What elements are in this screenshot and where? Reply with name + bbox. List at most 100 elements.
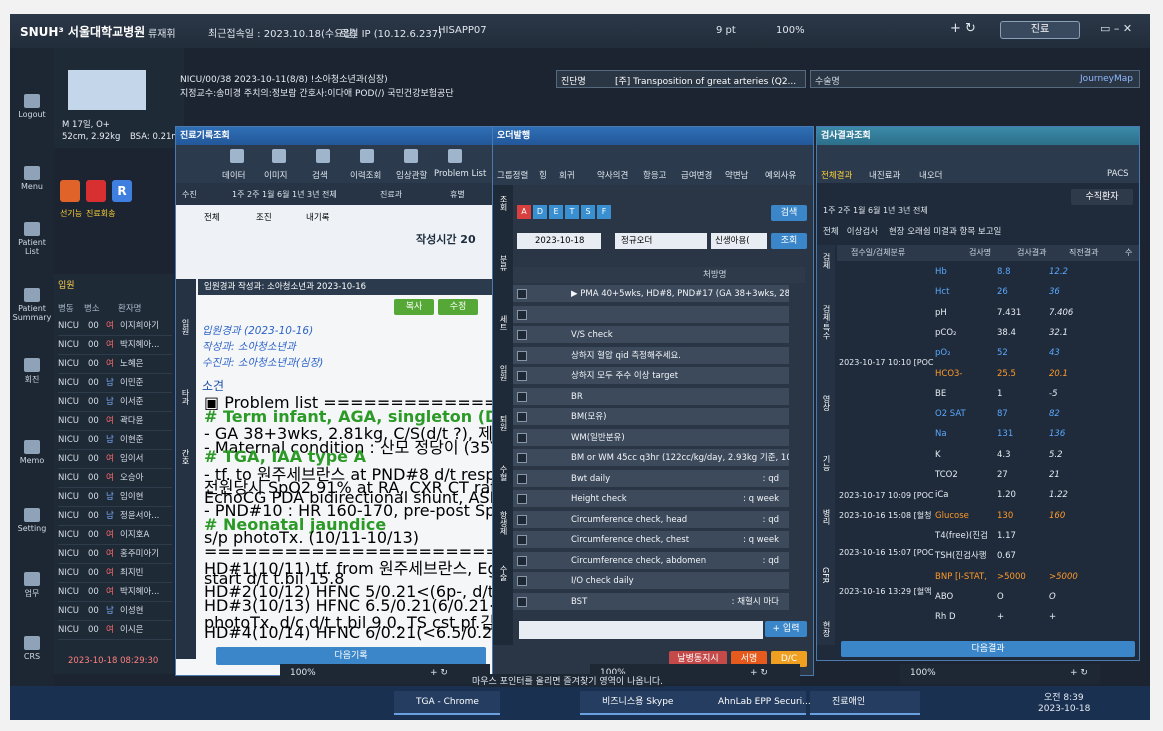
tool-return[interactable]: 회귀 <box>559 169 575 181</box>
lab-row[interactable]: K 4.3 5.2 <box>935 446 1135 465</box>
edit-button[interactable]: 수정 <box>438 299 478 315</box>
lab-row[interactable]: pCO₂ 38.4 32.1 <box>935 324 1135 343</box>
order-row[interactable]: BR <box>513 387 789 406</box>
next-record-button[interactable]: 다음기록 <box>216 647 486 665</box>
blood-icon[interactable] <box>86 180 106 202</box>
patient-row[interactable]: NICU 00 여 노혜은 <box>58 356 172 374</box>
task-skype[interactable]: 비즈니스용 Skype <box>580 691 698 715</box>
patient-row[interactable]: NICU 00 여 오승아 <box>58 470 172 488</box>
check-other[interactable]: 휴별 <box>450 189 465 200</box>
patient-row[interactable]: NICU 00 여 최지빈 <box>58 565 172 583</box>
work-button[interactable]: 업무 <box>12 572 52 599</box>
order-checkbox[interactable] <box>517 514 527 525</box>
order-checkbox[interactable] <box>517 453 527 463</box>
order-row[interactable]: V/S check <box>513 326 789 344</box>
patient-row[interactable]: NICU 00 남 임이현 <box>58 489 172 507</box>
order-date[interactable]: 2023-10-18 <box>517 233 601 249</box>
side-tab-specimen[interactable]: 검체 <box>821 253 832 269</box>
surgery-field[interactable]: 수술명 JourneyMap <box>810 70 1140 88</box>
tool-exception[interactable]: 예외사유 <box>765 169 796 181</box>
patient-row[interactable]: NICU 00 남 정윤서아... <box>58 508 172 526</box>
order-checkbox[interactable] <box>517 494 527 504</box>
patient-row[interactable]: NICU 00 여 임이서 <box>58 451 172 469</box>
task-ahnlab[interactable]: AhnLab EPP Securi... <box>696 691 811 715</box>
order-input[interactable] <box>519 621 763 639</box>
tool-clinical[interactable]: 임상관할 <box>396 169 427 181</box>
lab-sub-pending[interactable]: 미결과 항목 <box>933 227 975 237</box>
newborn-select[interactable]: 신생아용( <box>711 233 767 249</box>
tool-group-sort[interactable]: 그룹정렬 <box>497 169 528 181</box>
patient-list-button[interactable]: Patient List <box>12 222 52 256</box>
lab-group-date[interactable]: 2023-10-16 13:29 [혈액 <box>839 586 931 597</box>
tool-hing[interactable]: 힝 <box>539 169 547 181</box>
tool-problem-list[interactable]: Problem List <box>434 169 486 179</box>
order-zoom-icon[interactable]: + ↻ <box>750 668 768 678</box>
task-chrome[interactable]: TGA - Chrome <box>394 691 500 715</box>
side-tab-imaging[interactable]: 영상 <box>821 395 832 411</box>
lab-row[interactable]: TSH(진검사행 0.67 <box>935 547 1135 566</box>
lab-row[interactable]: Hct 26 36 <box>935 283 1135 302</box>
tool-coverage[interactable]: 급여변경 <box>681 169 712 181</box>
search-icon[interactable] <box>316 149 330 163</box>
side-tab-pathology[interactable]: 병리 <box>821 509 832 525</box>
lab-sub-report[interactable]: 보고일 <box>978 227 1001 237</box>
order-row[interactable] <box>513 305 789 324</box>
check-dept[interactable]: 진료과 <box>380 189 402 200</box>
order-checkbox[interactable] <box>517 289 527 299</box>
tool-history[interactable]: 이력조회 <box>350 169 381 181</box>
side-tab-antibiotic[interactable]: 항생제 <box>498 511 509 535</box>
order-checkbox[interactable] <box>517 391 527 402</box>
problem-list-icon[interactable] <box>448 149 462 163</box>
order-checkbox[interactable] <box>517 350 527 361</box>
letter-tab-f[interactable]: F <box>597 205 611 219</box>
lab-row[interactable]: O2 SAT 87 82 <box>935 405 1135 424</box>
patient-row[interactable]: NICU 00 여 이시은 <box>58 622 172 640</box>
tool-data[interactable]: 데이터 <box>222 169 245 181</box>
lab-row[interactable]: TCO2 27 21 <box>935 466 1135 485</box>
order-row[interactable]: I/O check daily <box>513 572 789 590</box>
side-tab-function[interactable]: 기능 <box>821 455 832 471</box>
order-checkbox[interactable] <box>517 596 527 607</box>
side-tab-special[interactable]: 검체·특수 <box>821 305 832 340</box>
letter-tab-s[interactable]: S <box>581 205 595 219</box>
lab-row[interactable]: Glucose 130 160 <box>935 507 1135 526</box>
r-badge-icon[interactable]: R <box>112 180 132 202</box>
patient-row[interactable]: NICU 00 남 이민준 <box>58 375 172 393</box>
record-zoom-icon[interactable]: + ↻ <box>430 668 448 678</box>
letter-tab-a[interactable]: A <box>517 205 531 219</box>
tool-search[interactable]: 검색 <box>312 169 328 181</box>
patient-row[interactable]: NICU 00 남 이현준 <box>58 432 172 450</box>
data-icon[interactable] <box>230 149 244 163</box>
logout-button[interactable]: Logout <box>12 94 52 119</box>
menu-button[interactable]: Menu <box>12 166 52 191</box>
setting-button[interactable]: Setting <box>12 508 52 533</box>
order-query-button[interactable]: 조회 <box>771 233 807 249</box>
tool-my-dept[interactable]: 내진료과 <box>869 169 900 181</box>
order-search-button[interactable]: 검색 <box>771 205 807 221</box>
lab-group-date[interactable]: 2023-10-16 15:07 [POC <box>839 548 933 557</box>
subtab-query[interactable]: 조진 <box>256 211 272 223</box>
patient-summary-button[interactable]: Patient Summary <box>12 288 52 322</box>
crs-button[interactable]: CRS <box>12 636 52 661</box>
rounds-button[interactable]: 회진 <box>12 358 52 385</box>
order-checkbox[interactable] <box>517 432 527 443</box>
side-tab-other[interactable]: 타과 <box>180 389 191 405</box>
zoom-select[interactable]: 100% <box>776 25 805 36</box>
patient-row[interactable]: NICU 00 여 이지희아기 <box>58 318 172 336</box>
record-zoom-value[interactable]: 100% <box>290 668 316 678</box>
memo-button[interactable]: Memo <box>12 440 52 465</box>
side-tab-gfr[interactable]: GFR <box>821 567 830 583</box>
order-checkbox[interactable] <box>517 473 527 484</box>
lab-group-date[interactable]: 2023-10-16 15:08 [혈청 <box>839 510 931 521</box>
order-row[interactable]: Circumference check, abdomen: qd <box>513 551 789 570</box>
tool-my-order[interactable]: 내오더 <box>919 169 942 181</box>
next-result-button[interactable]: 다음결과 <box>841 641 1135 657</box>
order-checkbox[interactable] <box>517 535 527 545</box>
patient-row[interactable]: NICU 00 남 이서준 <box>58 394 172 412</box>
side-tab-admit[interactable]: 입원 <box>498 365 509 381</box>
record-section[interactable]: 입원경과 작성과: 소아청소년과 2023-10-16 <box>198 279 496 295</box>
side-tab-set[interactable]: 세트 <box>498 315 509 331</box>
order-row[interactable]: Circumference check, head: qd <box>513 510 789 529</box>
patient-row[interactable]: NICU 00 여 이지호A <box>58 527 172 545</box>
diagnosis-field[interactable]: 진단명 [주] Transposition of great arteries … <box>556 70 806 88</box>
